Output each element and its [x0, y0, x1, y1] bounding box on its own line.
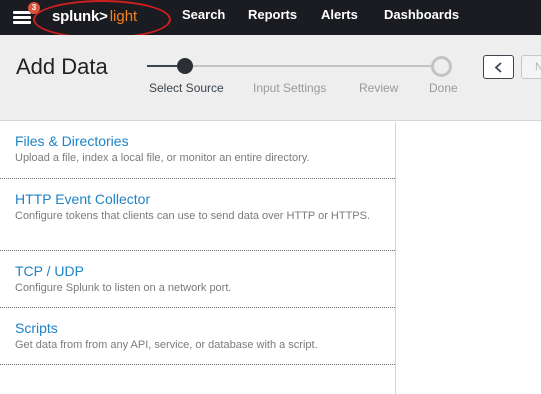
source-title[interactable]: Scripts	[15, 320, 58, 336]
source-title[interactable]: HTTP Event Collector	[15, 191, 150, 207]
nav-dashboards[interactable]: Dashboards	[384, 0, 459, 35]
source-description: Get data from from any API, service, or …	[15, 339, 318, 351]
source-description: Upload a file, index a local file, or mo…	[15, 152, 310, 164]
step-done: Done	[429, 81, 458, 95]
step-select-source: Select Source	[149, 81, 224, 95]
page-title: Add Data	[16, 54, 108, 79]
source-list: Files & Directories Upload a file, index…	[0, 122, 396, 394]
chevron-left-icon	[494, 62, 502, 73]
source-title[interactable]: Files & Directories	[15, 133, 129, 149]
step-progress-track	[185, 65, 433, 67]
source-description: Configure tokens that clients can use to…	[15, 210, 371, 222]
step-marker-done	[431, 56, 452, 77]
step-review: Review	[359, 81, 399, 95]
nav-alerts[interactable]: Alerts	[321, 0, 358, 35]
source-title[interactable]: TCP / UDP	[15, 263, 84, 279]
splunk-light-logo[interactable]: splunk> light	[52, 6, 137, 28]
list-divider	[0, 364, 395, 365]
notification-badge: 3	[28, 2, 40, 14]
detail-pane	[396, 122, 541, 394]
step-marker-active	[177, 58, 193, 74]
brand-secondary: light	[109, 8, 138, 25]
source-tcp-udp[interactable]: TCP / UDP Configure Splunk to listen on …	[0, 251, 395, 308]
step-input-settings: Input Settings	[253, 81, 327, 95]
top-nav-bar: 3 splunk> light Search Reports Alerts Das…	[0, 0, 541, 39]
next-button[interactable]: Next	[521, 55, 541, 79]
source-scripts[interactable]: Scripts Get data from from any API, serv…	[0, 308, 395, 365]
nav-reports[interactable]: Reports	[248, 0, 297, 35]
source-files-directories[interactable]: Files & Directories Upload a file, index…	[0, 122, 395, 179]
source-description: Configure Splunk to listen on a network …	[15, 282, 232, 294]
back-button[interactable]	[483, 55, 514, 79]
brand-primary: splunk>	[52, 8, 108, 25]
source-http-event-collector[interactable]: HTTP Event Collector Configure tokens th…	[0, 179, 395, 251]
nav-search[interactable]: Search	[182, 0, 225, 35]
add-data-header: Add Data Select Source Input Settings Re…	[0, 35, 541, 121]
